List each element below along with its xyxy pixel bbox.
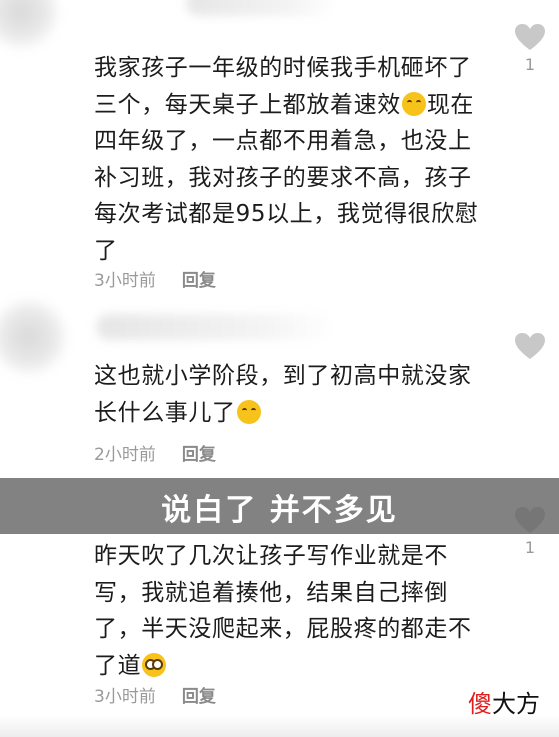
- heart-icon: [515, 333, 545, 359]
- comment-text: 这也就小学阶段，到了初高中就没家 长什么事儿了: [94, 358, 494, 431]
- like-button[interactable]: 1: [513, 24, 547, 74]
- reply-button[interactable]: 回复: [182, 687, 216, 707]
- comment-line: 写，我就追着揍他，结果自己摔倒: [94, 579, 448, 606]
- watermark-accent: 傻: [468, 690, 492, 718]
- bottom-edge: [0, 715, 559, 737]
- comment-line: 我家孩子一年级的时候我手机砸坏了: [94, 55, 472, 81]
- laughing-crying-emoji: [236, 399, 261, 424]
- reply-button[interactable]: 回复: [182, 271, 216, 291]
- comment-line: 每次考试都是95以上，我觉得很欣慰: [94, 201, 479, 227]
- comment-line: 四年级了，一点都不用着急，也没上: [94, 128, 472, 154]
- comment-line: 补习班，我对孩子的要求不高，孩子: [94, 164, 472, 191]
- comment-meta: 3小时前 回复: [94, 266, 216, 291]
- comment-line: 了道: [94, 652, 142, 679]
- watermark: 傻大方: [468, 684, 540, 719]
- comment-meta: 3小时前 回复: [94, 682, 216, 707]
- caption-text: 说白了 并不多见: [161, 493, 398, 528]
- comment-line: 这也就小学阶段，到了初高中就没家: [94, 363, 472, 389]
- comment-text: 我家孩子一年级的时候我手机砸坏了 三个，每天桌子上都放着速效 现在 四年级了，一点…: [94, 50, 494, 269]
- like-count: [513, 364, 547, 382]
- dizzy-emoji: [142, 652, 167, 677]
- comment-text: 昨天吹了几次让孩子写作业就是不 写，我就追着揍他，结果自己摔倒 了，半天没爬起来…: [94, 538, 494, 684]
- caption-banner: 说白了 并不多见: [0, 478, 559, 534]
- avatar-blurred: [0, 0, 56, 46]
- comment-meta: 2小时前 回复: [94, 440, 216, 465]
- comment-line: 三个，每天桌子上都放着速效: [94, 91, 401, 118]
- like-count: 1: [524, 55, 536, 74]
- heart-icon: [515, 24, 545, 50]
- like-count: 1: [524, 538, 536, 557]
- avatar-blurred: [0, 302, 64, 372]
- comment-line: 了: [94, 237, 118, 264]
- comment-line: 昨天吹了几次让孩子写作业就是不: [94, 543, 448, 569]
- watermark-rest: 大方: [492, 690, 540, 718]
- reply-button[interactable]: 回复: [182, 445, 216, 465]
- username-blurred: [96, 314, 336, 340]
- comment-time: 3小时前: [94, 687, 156, 707]
- laughing-crying-emoji: [401, 91, 426, 116]
- comment-line: 长什么事儿了: [94, 399, 236, 426]
- like-button[interactable]: [513, 333, 547, 382]
- comment-line: 了，半天没爬起来，屁股疼的都走不: [94, 616, 472, 642]
- username-blurred: [186, 0, 336, 16]
- comment-line-tail: 现在: [426, 91, 475, 118]
- comment-time: 3小时前: [94, 271, 156, 291]
- comment-time: 2小时前: [94, 445, 156, 465]
